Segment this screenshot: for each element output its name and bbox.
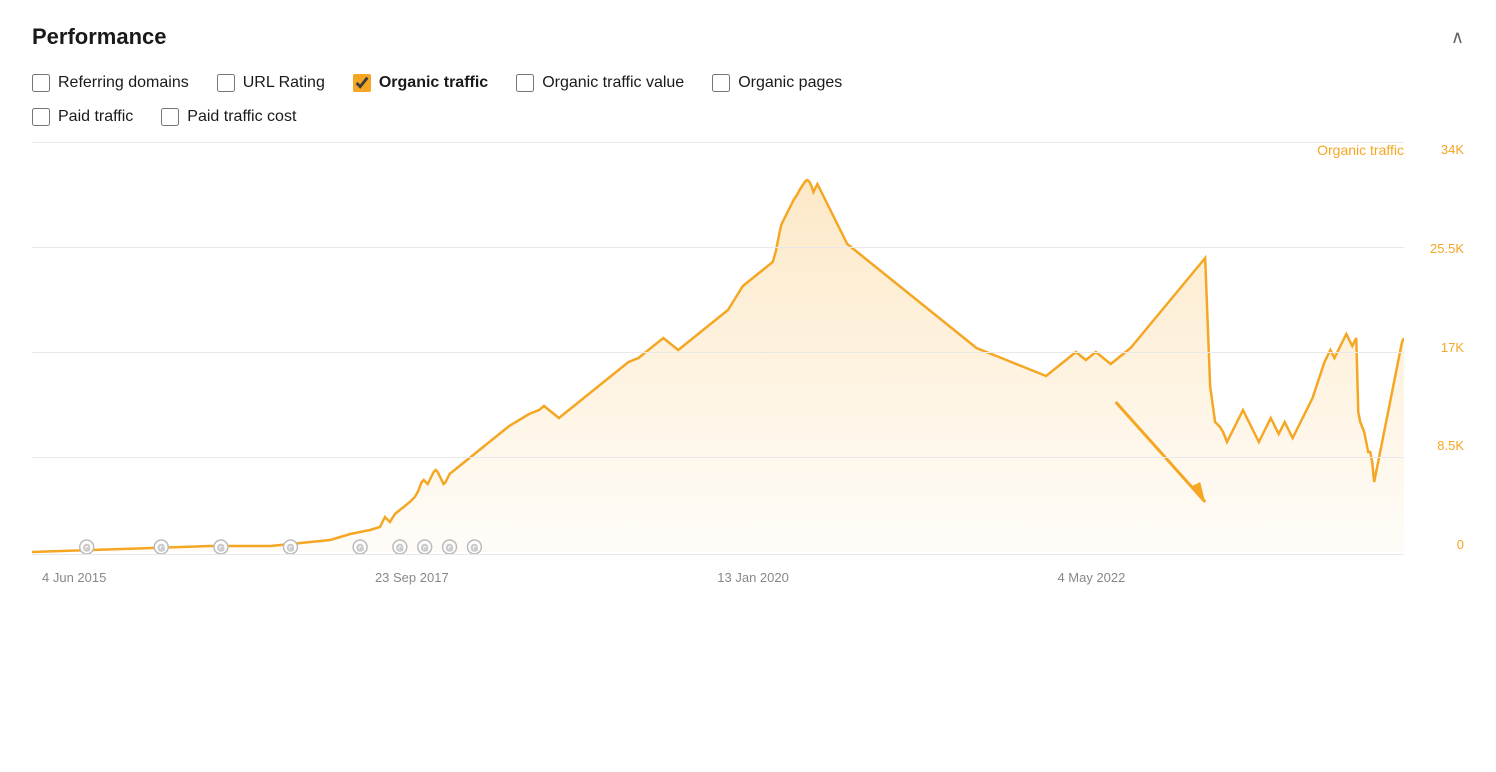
- checkbox-url_rating[interactable]: [217, 74, 235, 92]
- checkbox-paid_traffic[interactable]: [32, 108, 50, 126]
- checkbox-label-referring_domains: Referring domains: [58, 74, 189, 92]
- svg-text:G: G: [83, 543, 90, 553]
- checkbox-item-organic_traffic_value[interactable]: Organic traffic value: [516, 74, 684, 92]
- y-label-bottom: 0: [1409, 537, 1464, 552]
- svg-text:G: G: [357, 543, 364, 553]
- checkboxes-row-2: Paid traffic Paid traffic cost: [32, 108, 1464, 126]
- page-title: Performance: [32, 24, 167, 50]
- checkbox-label-organic_traffic: Organic traffic: [379, 74, 488, 92]
- collapse-button[interactable]: ∧: [1451, 27, 1464, 48]
- x-axis: 4 Jun 2015 23 Sep 2017 13 Jan 2020 4 May…: [32, 570, 1404, 585]
- x-label-1: 4 Jun 2015: [42, 570, 106, 585]
- svg-text:G: G: [287, 543, 294, 553]
- checkbox-item-url_rating[interactable]: URL Rating: [217, 74, 325, 92]
- y-label-3: 17K: [1409, 340, 1464, 355]
- checkbox-organic_traffic[interactable]: [353, 74, 371, 92]
- checkbox-label-url_rating: URL Rating: [243, 74, 325, 92]
- checkbox-item-organic_pages[interactable]: Organic pages: [712, 74, 842, 92]
- svg-text:G: G: [446, 543, 453, 553]
- checkbox-label-paid_traffic_cost: Paid traffic cost: [187, 108, 296, 126]
- performance-header: Performance ∧: [32, 24, 1464, 50]
- checkbox-item-paid_traffic_cost[interactable]: Paid traffic cost: [161, 108, 296, 126]
- checkbox-item-paid_traffic[interactable]: Paid traffic: [32, 108, 133, 126]
- checkbox-organic_traffic_value[interactable]: [516, 74, 534, 92]
- checkbox-referring_domains[interactable]: [32, 74, 50, 92]
- svg-text:G: G: [471, 543, 478, 553]
- x-label-2: 23 Sep 2017: [375, 570, 449, 585]
- checkbox-paid_traffic_cost[interactable]: [161, 108, 179, 126]
- y-label-2: 25.5K: [1409, 241, 1464, 256]
- x-label-4: 4 May 2022: [1057, 570, 1125, 585]
- y-axis: 34K 25.5K 17K 8.5K 0: [1409, 142, 1464, 562]
- svg-text:G: G: [217, 543, 224, 553]
- chart-area: G G G G G G G G G: [32, 142, 1404, 562]
- svg-text:G: G: [158, 543, 165, 553]
- checkbox-item-organic_traffic[interactable]: Organic traffic: [353, 74, 488, 92]
- checkbox-item-referring_domains[interactable]: Referring domains: [32, 74, 189, 92]
- checkbox-organic_pages[interactable]: [712, 74, 730, 92]
- svg-text:G: G: [396, 543, 403, 553]
- y-label-top: 34K: [1409, 142, 1464, 157]
- y-label-4: 8.5K: [1409, 438, 1464, 453]
- performance-chart: Organic traffic: [32, 142, 1464, 622]
- checkbox-label-paid_traffic: Paid traffic: [58, 108, 133, 126]
- chart-svg: G G G G G G G G G: [32, 142, 1404, 562]
- checkboxes-row-1: Referring domains URL Rating Organic traff…: [32, 74, 1464, 92]
- checkbox-label-organic_traffic_value: Organic traffic value: [542, 74, 684, 92]
- checkbox-label-organic_pages: Organic pages: [738, 74, 842, 92]
- x-label-3: 13 Jan 2020: [717, 570, 789, 585]
- svg-text:G: G: [421, 543, 428, 553]
